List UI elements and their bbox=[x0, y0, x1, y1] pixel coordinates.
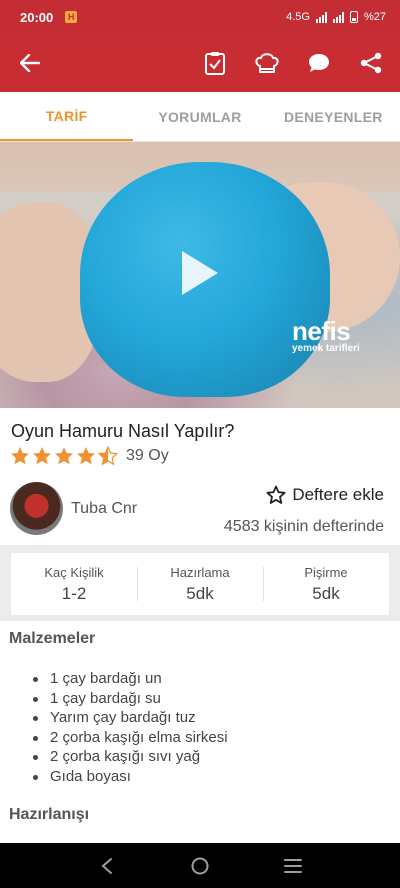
list-item: 1 çay bardağı su bbox=[33, 690, 228, 710]
nav-back-icon[interactable] bbox=[93, 852, 121, 880]
status-bar: 20:00 H 4.5G %27 bbox=[0, 0, 400, 34]
battery-level: %27 bbox=[363, 11, 386, 23]
star-outline-icon bbox=[266, 485, 286, 504]
network-type: 4.5G bbox=[286, 11, 310, 23]
app-bar bbox=[0, 34, 400, 92]
avatar[interactable] bbox=[10, 482, 63, 535]
stat-label: Kaç Kişilik bbox=[44, 564, 104, 580]
author-name[interactable]: Tuba Cnr bbox=[71, 500, 137, 518]
signal-icon bbox=[315, 11, 327, 23]
stat-cook-time: Pişirme 5dk bbox=[263, 553, 389, 615]
nav-home-icon[interactable] bbox=[186, 852, 214, 880]
signal-icon-2 bbox=[332, 11, 344, 23]
tab-comments[interactable]: YORUMLAR bbox=[133, 92, 266, 141]
author: Tuba Cnr bbox=[10, 482, 137, 535]
stat-value: 5dk bbox=[312, 583, 340, 603]
stat-value: 5dk bbox=[186, 583, 214, 603]
list-item: 2 çorba kaşığı elma sirkesi bbox=[33, 729, 228, 749]
preparation-title: Hazırlanışı bbox=[9, 806, 90, 823]
battery-icon bbox=[349, 11, 358, 23]
tab-recipe[interactable]: TARİF bbox=[0, 92, 134, 141]
stat-prep-time: Hazırlama 5dk bbox=[137, 553, 263, 615]
stat-servings: Kaç Kişilik 1-2 bbox=[11, 553, 137, 615]
brand-logo: nefis bbox=[292, 316, 351, 346]
star-icon bbox=[33, 447, 51, 465]
back-arrow-icon[interactable] bbox=[18, 51, 42, 75]
ingredients-title: Malzemeler bbox=[9, 630, 96, 647]
chef-hat-icon[interactable] bbox=[254, 50, 280, 76]
rating-count: 39 Oy bbox=[126, 447, 169, 464]
list-item: Yarım çay bardağı tuz bbox=[33, 709, 228, 729]
status-time: 20:00 bbox=[20, 9, 54, 25]
add-to-notebook-button[interactable]: Deftere ekle bbox=[266, 485, 384, 505]
nav-recents-icon[interactable] bbox=[279, 852, 307, 880]
add-to-notebook-label: Deftere ekle bbox=[292, 485, 384, 504]
stat-label: Hazırlama bbox=[170, 564, 230, 580]
star-half-icon bbox=[98, 446, 118, 466]
list-item: Gıda boyası bbox=[33, 768, 228, 788]
brand-subtitle: yemek tarifleri bbox=[292, 343, 360, 354]
saved-count: 4583 kişinin defterinde bbox=[223, 518, 384, 535]
star-icon bbox=[55, 447, 73, 465]
stat-label: Pişirme bbox=[304, 564, 348, 580]
system-nav-bar bbox=[0, 843, 400, 888]
rating: 39 Oy bbox=[10, 446, 169, 466]
recipe-stats: Kaç Kişilik 1-2 Hazırlama 5dk Pişirme 5d… bbox=[11, 553, 389, 615]
star-icon bbox=[11, 447, 29, 465]
star-icon bbox=[77, 447, 95, 465]
list-item: 2 çorba kaşığı sıvı yağ bbox=[33, 748, 228, 768]
ingredients-list: 1 çay bardağı un 1 çay bardağı su Yarım … bbox=[33, 670, 228, 787]
recipe-title: Oyun Hamuru Nasıl Yapılır? bbox=[11, 421, 235, 441]
stat-value: 1-2 bbox=[61, 583, 87, 603]
play-icon[interactable] bbox=[180, 249, 220, 297]
comment-icon[interactable] bbox=[306, 50, 332, 76]
share-icon[interactable] bbox=[358, 50, 384, 76]
tab-bar: TARİF YORUMLAR DENEYENLER bbox=[0, 92, 400, 142]
notification-icon: H bbox=[65, 11, 78, 23]
list-item: 1 çay bardağı un bbox=[33, 670, 228, 690]
brand-watermark: nefis yemek tarifleri bbox=[292, 318, 360, 354]
shopping-list-icon[interactable] bbox=[202, 50, 228, 76]
status-icons: 4.5G %27 bbox=[286, 11, 386, 23]
tab-triers[interactable]: DENEYENLER bbox=[267, 92, 400, 141]
